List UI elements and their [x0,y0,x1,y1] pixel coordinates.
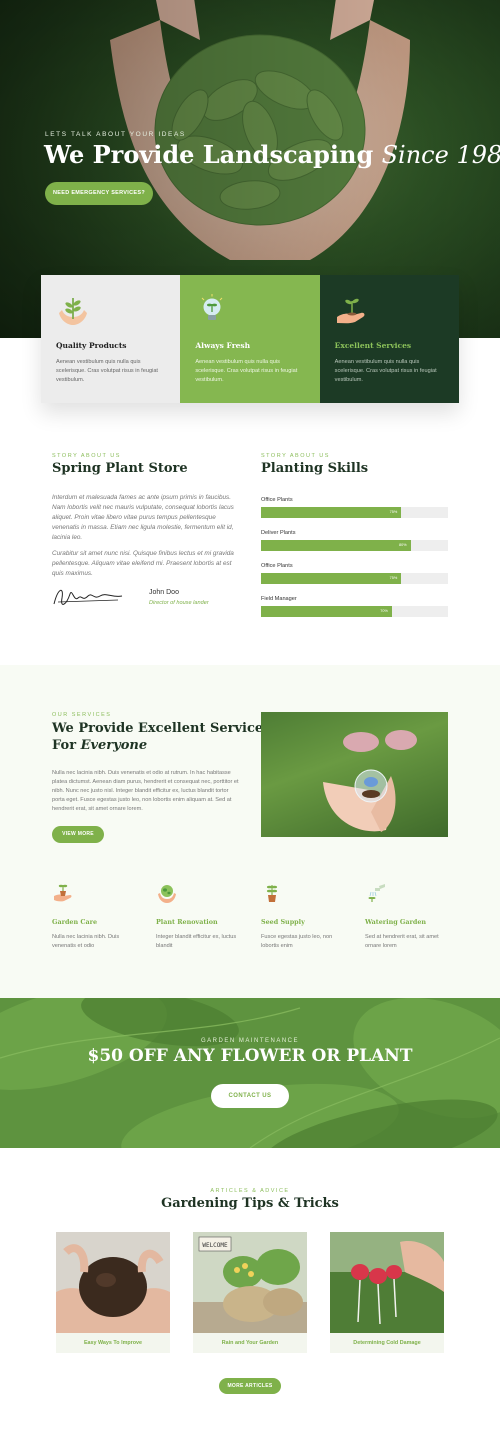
hand-sprout-icon [336,298,365,324]
hero-title-italic: Since 1987 [381,141,500,169]
plant-pot-icon [54,884,72,902]
skills-title: Planting Skills [261,461,369,476]
welcome-sign-text: WELCOME [202,1242,228,1249]
seedling-pot-icon [266,885,278,902]
feature-cards: Quality Products Aenean vestibulum quis … [41,275,459,403]
skill-bar-fill: 70% [261,606,392,617]
story-eyebrow: STORY ABOUT US [52,453,121,459]
skill-label: Deliver Plants [261,530,296,536]
service-item-desc: Nulla nec lacinia nibh. Duis venenatis e… [52,934,120,949]
story-title: Spring Plant Store [52,461,188,476]
basket-plants-illustration: WELCOME [193,1232,307,1333]
hero-title: We Provide Landscaping Since 1987 [44,140,500,169]
story-paragraph-2: Curabitur sit amet nunc nisi. Quisque fi… [52,550,234,577]
hands-soil-image [56,1232,170,1333]
skill-label: Field Manager [261,596,297,602]
services-title-italic: Everyone [80,738,148,753]
feature-desc: Aenean vestibulum quis nulla quis sceler… [334,359,437,383]
feature-card-excellent-services: Excellent Services Aenean vestibulum qui… [319,275,459,403]
emergency-services-button[interactable]: NEED EMERGENCY SERVICES? [45,182,153,205]
signer-role: Director of house lander [149,600,209,606]
radish-harvest-illustration [330,1232,444,1333]
leaves-background [0,998,500,1148]
service-item-desc: Fusce egestas justo leo, non lobortis en… [261,934,333,949]
lightbulb-plant-icon [201,294,223,320]
service-item-title: Garden Care [52,918,98,926]
services-title: We Provide Excellent Services For Everyo… [52,720,271,754]
feature-title: Always Fresh [195,341,251,350]
skill-percent: 75% [389,510,398,514]
skill-percent: 70% [380,609,388,613]
service-item-title: Plant Renovation [156,918,218,926]
skills-eyebrow: STORY ABOUT US [261,453,330,459]
promo-section [0,998,500,1148]
skill-bar-fill: 75% [261,507,402,518]
articles-eyebrow: ARTICLES & ADVICE [210,1188,290,1194]
service-item-title: Watering Garden [365,918,427,926]
watering-can-icon [368,884,385,902]
promo-eyebrow: GARDEN MAINTENANCE [200,1038,299,1044]
hands-holding-globe-image [261,712,448,837]
article-caption[interactable]: Determining Cold Damage [330,1333,444,1353]
skill-bar-fill: 75% [261,573,402,584]
services-paragraph: Nulla nec lacinia nibh. Duis venenatis e… [52,770,239,812]
story-paragraph-1: Interdum et malesuada fames ac ante ipsu… [52,494,234,541]
skill-percent: 80% [398,543,407,547]
services-title-line1: We Provide Excellent Services [52,721,271,736]
service-item-desc: Integer blandit efficitur ex, luctus bla… [156,934,237,949]
hero-title-main: We Provide Landscaping [44,140,374,169]
signer-name: John Doo [149,589,179,596]
service-item-title: Seed Supply [261,918,305,926]
hands-soil-illustration [56,1232,170,1333]
article-card[interactable]: Determining Cold Damage [330,1232,444,1353]
skill-percent: 75% [389,576,398,580]
hands-globe-icon [158,885,176,903]
articles-title: Gardening Tips & Tricks [161,1196,339,1211]
services-eyebrow: OUR SERVICES [52,712,112,718]
skill-bar: 80% [261,540,448,551]
skill-label: Office Plants [261,497,293,503]
skill-bar-fill: 80% [261,540,411,551]
signature-image [53,589,123,605]
hero-eyebrow: LETS TALK ABOUT YOUR IDEAS [45,131,186,138]
hands-plant-icon [59,298,87,325]
more-articles-button[interactable]: MORE ARTICLES [219,1378,281,1394]
skill-bar: 75% [261,507,448,518]
feature-title: Excellent Services [334,341,412,350]
article-card[interactable]: Easy Ways To Improve [56,1232,170,1353]
hands-globe-illustration [323,730,417,832]
radish-harvest-image [330,1232,444,1333]
feature-card-always-fresh: Always Fresh Aenean vestibulum quis null… [180,275,320,403]
contact-us-button[interactable]: CONTACT US [211,1084,289,1108]
feature-card-quality-products: Quality Products Aenean vestibulum quis … [41,275,181,403]
basket-plants-image: WELCOME [193,1232,307,1333]
article-caption[interactable]: Easy Ways To Improve [56,1333,170,1353]
feature-desc: Aenean vestibulum quis nulla quis sceler… [195,359,298,383]
skill-label: Office Plants [261,563,293,569]
feature-desc: Aenean vestibulum quis nulla quis sceler… [56,359,158,383]
services-title-prefix: For [52,738,77,753]
view-more-button[interactable]: VIEW MORE [52,826,104,843]
feature-title: Quality Products [56,341,127,350]
article-caption[interactable]: Rain and Your Garden [193,1333,307,1353]
skill-bar: 75% [261,573,448,584]
service-item-desc: Sed at hendrerit erat, sit amet ornare l… [365,934,439,949]
article-card[interactable]: WELCOME Rain and Your Garden [193,1232,307,1353]
skill-bar: 70% [261,606,448,617]
promo-title: $50 OFF ANY FLOWER OR PLANT [87,1046,413,1066]
